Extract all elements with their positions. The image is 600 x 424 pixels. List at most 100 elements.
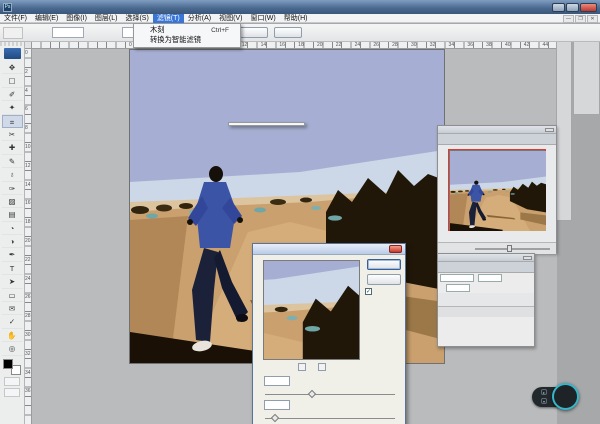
menu-bar-item[interactable]: 视图(V) <box>215 14 246 23</box>
menu-bar-item[interactable]: 分析(A) <box>184 14 215 23</box>
ruler-number: 20 <box>25 237 31 244</box>
ok-button[interactable] <box>367 259 401 270</box>
gradient-tool-icon[interactable]: ▤ <box>1 208 23 222</box>
radius-slider[interactable] <box>265 389 395 399</box>
document-window-controls: — ❐ ✕ <box>562 15 598 23</box>
document-window-control-icon[interactable]: ❐ <box>575 15 586 23</box>
hand-tool-icon[interactable]: ✋ <box>1 329 23 343</box>
color-swatches[interactable] <box>3 358 21 375</box>
marquee-tool-icon[interactable]: ▢ <box>1 74 23 88</box>
ruler-number: 30 <box>25 331 31 338</box>
menu-bar-item[interactable]: 图像(I) <box>62 14 91 23</box>
slice-tool-icon[interactable]: ✂ <box>1 128 23 142</box>
layers-title-strip[interactable] <box>438 254 534 262</box>
ruler-number: 32 <box>25 350 31 357</box>
menu-bar-item[interactable]: 帮助(H) <box>280 14 312 23</box>
threshold-slider-knob[interactable] <box>270 413 279 423</box>
fill-field[interactable] <box>446 284 470 292</box>
document-window-control-icon[interactable]: — <box>563 15 574 23</box>
photoshop-logo-icon: Ps <box>3 2 12 12</box>
clone-stamp-tool-icon[interactable]: ♁ <box>1 168 23 182</box>
floating-optimizer-widget[interactable]: ▸ ▾ <box>532 383 579 411</box>
blend-mode-select[interactable] <box>440 274 474 282</box>
navigator-thumbnail <box>449 150 546 231</box>
crop-width-field[interactable] <box>52 27 84 38</box>
filter-menu-item[interactable]: 转换为智能滤镜 <box>134 35 240 45</box>
ruler-number: 4 <box>25 87 28 94</box>
toolbox-grip[interactable] <box>0 42 24 46</box>
ruler-number: 10 <box>25 143 31 150</box>
ruler-number: 18 <box>298 42 304 48</box>
threshold-field[interactable] <box>264 400 290 410</box>
foreground-color-swatch[interactable] <box>3 358 13 369</box>
ruler-number: 12 <box>241 42 248 48</box>
panel-minimize-icon[interactable] <box>523 255 532 260</box>
ruler-number: 22 <box>335 42 342 48</box>
ruler-number: 36 <box>25 388 31 395</box>
screen-mode-button[interactable] <box>4 387 20 397</box>
ruler-number: 40 <box>504 42 511 48</box>
move-tool-icon[interactable]: ✥ <box>1 61 23 75</box>
panel-dock-strip <box>556 25 572 221</box>
radius-field[interactable] <box>264 376 290 386</box>
pen-tool-icon[interactable]: ✒ <box>1 248 23 262</box>
blur-tool-icon[interactable]: ◔ <box>1 222 23 236</box>
current-tool-icon[interactable] <box>3 27 23 39</box>
ruler-number: 16 <box>279 42 285 48</box>
dialog-close-icon[interactable] <box>389 245 402 253</box>
navigator-zoom-slider[interactable] <box>475 245 550 252</box>
dialog-preview-image[interactable] <box>263 260 360 360</box>
menu-bar-item[interactable]: 文件(F) <box>0 14 31 23</box>
widget-mini-icon[interactable]: ▾ <box>541 398 547 404</box>
preview-zoom-in-button[interactable] <box>317 363 326 371</box>
crop-tool-icon[interactable]: ⌗ <box>1 114 23 128</box>
panel-minimize-icon[interactable] <box>545 127 554 132</box>
brush-tool-icon[interactable]: ✎ <box>1 155 23 169</box>
layers-panel <box>437 253 535 347</box>
clear-button[interactable] <box>274 27 302 38</box>
menu-bar-item[interactable]: 编辑(E) <box>31 14 62 23</box>
navigator-title-strip[interactable] <box>438 126 556 134</box>
lasso-tool-icon[interactable]: ✐ <box>1 88 23 102</box>
widget-gauge[interactable] <box>552 383 579 410</box>
preview-checkbox[interactable]: ✓ <box>365 288 372 295</box>
zoom-tool-icon[interactable]: ◎ <box>1 342 23 356</box>
eraser-tool-icon[interactable]: ▨ <box>1 195 23 209</box>
menu-bar-item[interactable]: 窗口(W) <box>246 14 279 23</box>
radius-slider-knob[interactable] <box>307 389 317 399</box>
navigator-panel <box>437 125 557 254</box>
ruler-corner <box>25 42 32 49</box>
app-title-bar: Ps <box>0 0 600 14</box>
preview-zoom-out-button[interactable] <box>297 363 306 371</box>
zoom-slider-knob[interactable] <box>506 245 512 252</box>
type-tool-icon[interactable]: T <box>1 262 23 276</box>
menu-bar-item[interactable]: 图层(L) <box>91 14 122 23</box>
minimize-button[interactable] <box>552 2 565 12</box>
quick-select-tool-icon[interactable]: ✦ <box>1 101 23 115</box>
path-select-tool-icon[interactable]: ➤ <box>1 275 23 289</box>
vertical-ruler: 0 2 4 6 8 10 12 14 16 18 20 22 24 26 28 30 32 34 36 <box>25 49 32 424</box>
menu-bar-item[interactable]: 滤镜(T) <box>152 13 184 23</box>
healing-brush-tool-icon[interactable]: ✚ <box>1 141 23 155</box>
ruler-number: 44 <box>542 42 549 48</box>
shape-tool-icon[interactable]: ▭ <box>1 289 23 303</box>
ruler-number: 30 <box>410 42 417 48</box>
widget-mini-icon[interactable]: ▸ <box>541 389 547 395</box>
threshold-slider[interactable] <box>265 413 395 423</box>
dialog-title-bar[interactable] <box>253 244 405 255</box>
ruler-number: 34 <box>448 42 455 48</box>
reset-button[interactable] <box>367 274 401 285</box>
ruler-number: 20 <box>316 42 323 48</box>
navigator-preview-area <box>438 145 556 242</box>
close-button[interactable] <box>580 2 597 12</box>
dodge-tool-icon[interactable]: ◑ <box>1 235 23 249</box>
eyedropper-tool-icon[interactable]: ✓ <box>1 315 23 329</box>
document-window-control-icon[interactable]: ✕ <box>587 15 598 23</box>
history-brush-tool-icon[interactable]: ✑ <box>1 182 23 195</box>
quick-mask-button[interactable] <box>4 376 20 386</box>
opacity-field[interactable] <box>478 274 502 282</box>
menu-bar-item[interactable]: 选择(S) <box>121 14 152 23</box>
notes-tool-icon[interactable]: ✉ <box>1 302 23 316</box>
maximize-button[interactable] <box>566 2 579 12</box>
filter-menu-item[interactable]: 木刻 Ctrl+F <box>134 25 240 35</box>
